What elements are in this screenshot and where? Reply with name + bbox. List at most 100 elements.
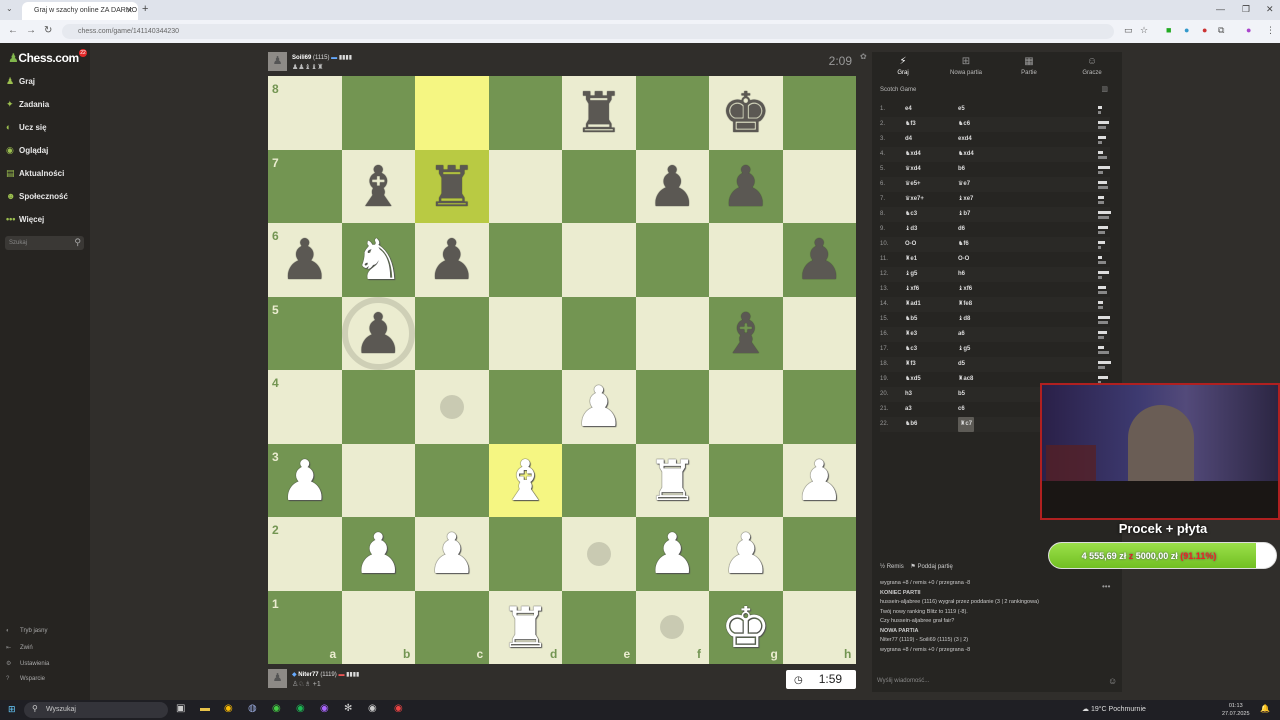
white-move[interactable]: ♞c3 [905, 342, 917, 357]
square-b8[interactable] [341, 76, 415, 150]
white-move[interactable]: ♛e5+ [905, 177, 921, 192]
piece-d1[interactable]: ♜ [489, 591, 563, 665]
menu-icon[interactable]: ⋮ [1266, 25, 1275, 36]
square-d8[interactable] [488, 76, 562, 150]
white-move[interactable]: ♝xf6 [905, 282, 919, 297]
square-h8[interactable] [782, 76, 856, 150]
app-icon[interactable]: ✻ [344, 703, 352, 714]
obs-icon[interactable]: ◉ [368, 703, 377, 714]
close-tab-icon[interactable]: ✕ [126, 6, 133, 15]
panel-tab-1[interactable]: ⊞ Nowa partia [936, 56, 996, 76]
square-e5[interactable] [562, 296, 636, 370]
white-move[interactable]: h3 [905, 387, 912, 402]
sidebar-item-6[interactable]: ••• Więcej [6, 214, 44, 224]
black-move[interactable]: ♝xe7 [958, 192, 973, 207]
discord-icon[interactable]: ◉ [320, 703, 329, 714]
black-move[interactable]: d6 [958, 222, 965, 237]
sidebar-item-0[interactable]: ♟ Graj [6, 76, 35, 87]
white-move[interactable]: ♝d3 [905, 222, 917, 237]
white-move[interactable]: ♜e1 [905, 252, 917, 267]
notifications-icon[interactable]: 🔔 [1260, 704, 1270, 713]
black-move[interactable]: ♞xd4 [958, 147, 974, 162]
piece-b2[interactable]: ♟ [342, 517, 416, 591]
sidebar-footer-item[interactable]: ⚙ Ustawienia [6, 660, 49, 667]
square-d6[interactable] [488, 223, 562, 297]
extension-icon[interactable]: ● [1202, 25, 1207, 35]
taskbar-search[interactable]: ⚲ Wyszukaj [24, 702, 168, 718]
square-a8[interactable] [268, 76, 342, 150]
square-a4[interactable] [268, 370, 342, 444]
square-c5[interactable] [415, 296, 489, 370]
notification-badge[interactable]: 22 [79, 49, 87, 57]
task-view-icon[interactable]: ▣ [176, 703, 185, 714]
square-f4[interactable] [635, 370, 709, 444]
square-g3[interactable] [709, 443, 783, 517]
black-move[interactable]: ♝xf6 [958, 282, 972, 297]
piece-a6[interactable]: ♟ [268, 223, 342, 297]
chess-board[interactable]: 8 7 6 5 4 3 2 1 a b c d e f g h ♜ ♚ ♝ ♜ ♟ ♟ ♟ ♞ ♟ ♟ ♟ ♝ ♟ ♟ ♝ ♜ ♟ ♟ ♟ ♟ ♟ ♜ ♚ [268, 76, 856, 664]
square-a7[interactable] [268, 149, 342, 223]
avatar[interactable]: ♟ [268, 52, 287, 71]
square-d4[interactable] [488, 370, 562, 444]
install-icon[interactable]: ▭ [1124, 25, 1133, 36]
white-move[interactable]: ♞b6 [905, 417, 917, 432]
sidebar-item-1[interactable]: ✦ Zadania [6, 99, 49, 110]
square-e3[interactable] [562, 443, 636, 517]
maximize-icon[interactable]: ❐ [1242, 4, 1250, 15]
square-g4[interactable] [709, 370, 783, 444]
square-a5[interactable] [268, 296, 342, 370]
sidebar-item-5[interactable]: ☻ Społeczność [6, 191, 68, 201]
extension-icon[interactable]: ■ [1166, 25, 1171, 35]
panel-tab-3[interactable]: ☺ Gracze [1062, 56, 1122, 76]
square-h7[interactable] [782, 149, 856, 223]
search-input[interactable]: Szukaj ⚲ [5, 236, 84, 250]
top-player-name[interactable]: Soili69 [292, 55, 311, 61]
piece-g2[interactable]: ♟ [709, 517, 783, 591]
white-move[interactable]: ♝g5 [905, 267, 917, 282]
resign-button[interactable]: ⚑ Poddaj partię [910, 564, 952, 570]
sidebar-footer-item[interactable]: ◐ Tryb jasny [6, 628, 47, 634]
whatsapp-icon[interactable]: ◉ [272, 703, 281, 714]
url-field[interactable]: chess.com/game/141140344230 [62, 24, 1114, 39]
square-f8[interactable] [635, 76, 709, 150]
piece-e8[interactable]: ♜ [562, 76, 636, 150]
chrome-icon[interactable]: ◉ [224, 703, 233, 714]
panel-tab-0[interactable]: ⚡ Graj [873, 56, 933, 76]
opening-name[interactable]: Scotch Game [880, 87, 916, 93]
black-move[interactable]: ♜fe8 [958, 297, 972, 312]
black-move[interactable]: ♝b7 [958, 207, 970, 222]
square-d7[interactable] [488, 149, 562, 223]
draw-button[interactable]: ½ Remis [880, 564, 904, 570]
square-h2[interactable] [782, 517, 856, 591]
piece-a3[interactable]: ♟ [268, 444, 342, 518]
white-move[interactable]: O-O [905, 237, 916, 252]
white-move[interactable]: ♞c3 [905, 207, 917, 222]
piece-c6[interactable]: ♟ [415, 223, 489, 297]
windows-start-icon[interactable]: ⊞ [8, 704, 16, 715]
white-move[interactable]: ♞xd5 [905, 372, 921, 387]
black-move[interactable]: ♝g5 [958, 342, 970, 357]
black-move[interactable]: d5 [958, 357, 965, 372]
forward-icon[interactable]: → [26, 25, 36, 36]
piece-g1[interactable]: ♚ [709, 591, 783, 665]
white-move[interactable]: ♜e3 [905, 327, 917, 342]
black-move[interactable]: exd4 [958, 132, 972, 147]
square-d2[interactable] [488, 517, 562, 591]
black-move[interactable]: c6 [958, 402, 965, 417]
black-move[interactable]: h6 [958, 267, 965, 282]
white-move[interactable]: ♞f3 [905, 117, 916, 132]
white-move[interactable]: e4 [905, 102, 912, 117]
taskbar-clock[interactable]: 01:13 27.07.2025 [1222, 702, 1250, 718]
black-move[interactable]: ♞c6 [958, 117, 970, 132]
square-b4[interactable] [341, 370, 415, 444]
piece-d3[interactable]: ♝ [489, 444, 563, 518]
sidebar-footer-item[interactable]: ? Wsparcie [6, 676, 45, 682]
white-move[interactable]: ♛xd4 [905, 162, 921, 177]
white-move[interactable]: ♛xe7+ [905, 192, 924, 207]
weather-widget[interactable]: ☁ 19°C Pochmurnie [1082, 705, 1146, 713]
chat-input[interactable]: Wyślij wiadomość... [877, 678, 929, 684]
black-move[interactable]: ♜c7 [958, 417, 975, 432]
steam-icon[interactable]: ◍ [248, 703, 257, 714]
black-move[interactable]: ♞f6 [958, 237, 969, 252]
black-move[interactable]: a6 [958, 327, 965, 342]
